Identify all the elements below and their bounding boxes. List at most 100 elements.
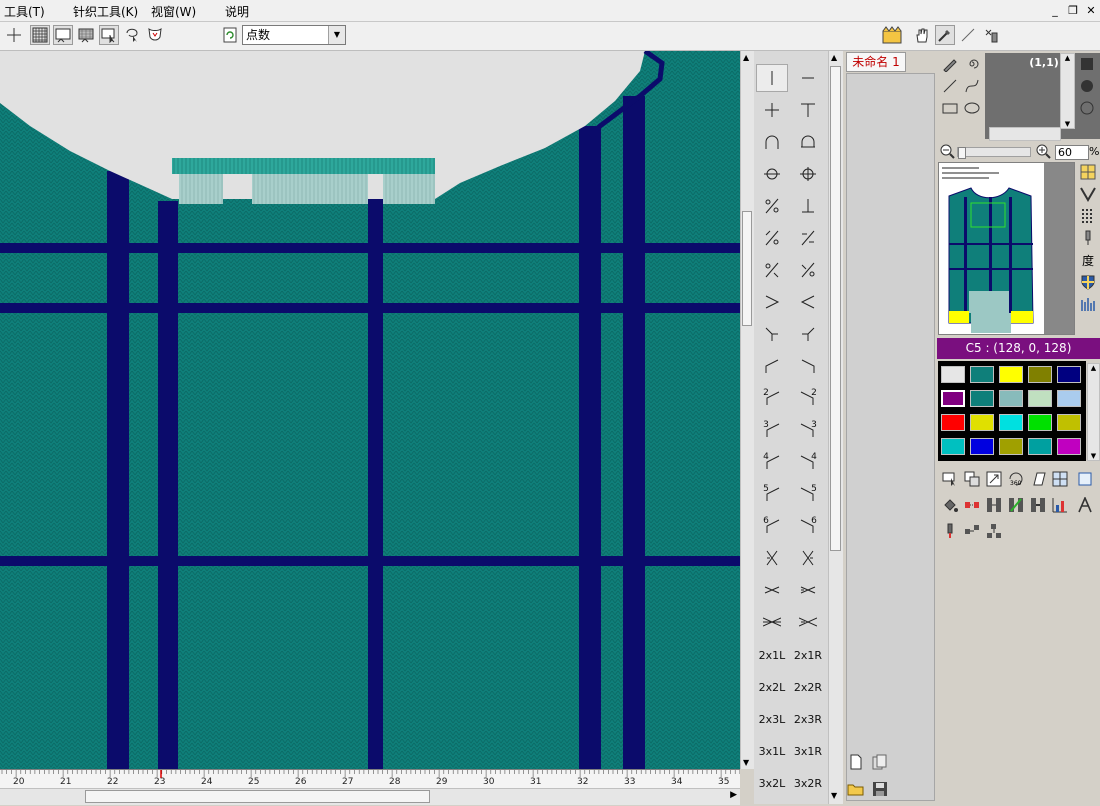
scroll-up-icon[interactable]: ▲ [831,53,837,62]
canvas-horizontal-thumb[interactable] [85,790,430,803]
color-swatch[interactable] [970,414,994,431]
stitch-cross-x-2[interactable] [792,544,824,572]
new-file-icon[interactable] [846,752,866,772]
stitch-transfer-right-6[interactable]: 6 [792,512,824,540]
stitch-transfer-left[interactable] [756,352,788,380]
stitch-cable-low-2[interactable] [792,576,824,604]
stitch-slash-bar[interactable] [792,224,824,252]
shield-icon[interactable] [1078,272,1098,292]
v-neck-icon[interactable] [1078,184,1098,204]
align-vertical-icon[interactable] [984,521,1004,541]
column-delete-icon[interactable] [1028,495,1048,515]
grid-select-icon[interactable] [1050,469,1070,489]
unit-select[interactable]: 点数 ▼ [242,25,346,45]
skew-icon[interactable] [1028,469,1048,489]
color-swatch[interactable] [941,438,965,455]
color-swatch[interactable] [1057,366,1081,383]
stitch-2x2R[interactable]: 2x2R [792,673,824,701]
color-swatch[interactable] [941,390,965,407]
color-swatch[interactable] [970,438,994,455]
color-swatch[interactable] [941,366,965,383]
stitch-arch[interactable] [756,128,788,156]
stitch-3x2L[interactable]: 3x2L [756,769,788,797]
scroll-right-icon[interactable]: ▶ [730,790,737,800]
bar-chart-icon[interactable] [1078,294,1098,314]
stitch-lean-right[interactable] [756,320,788,348]
pencil-icon[interactable] [940,54,960,74]
curve-icon[interactable] [962,76,982,96]
stitch-knit[interactable] [756,64,788,92]
copy-file-icon[interactable] [870,752,890,772]
eyedropper-icon[interactable] [935,25,955,45]
scroll-up-icon[interactable]: ▲ [743,53,749,62]
degree-icon[interactable]: 度 [1078,250,1098,270]
stitch-3x1R[interactable]: 3x1R [792,737,824,765]
stitch-transfer-left-4[interactable]: 4 [756,448,788,476]
column-insert-icon[interactable] [984,495,1004,515]
chevron-down-icon[interactable]: ▼ [328,26,345,44]
document-list[interactable] [846,73,935,801]
stitch-2x3L[interactable]: 2x3L [756,705,788,733]
color-swatch[interactable] [1057,438,1081,455]
refresh-icon[interactable] [220,25,240,45]
close-icon[interactable]: ✕ [1083,3,1099,18]
fill-square-icon[interactable] [1077,54,1097,74]
menu-help[interactable]: 说明 [225,3,249,20]
magnet-icon[interactable] [962,495,982,515]
scroll-up-icon[interactable]: ▲ [1061,54,1074,62]
line-icon[interactable] [958,25,978,45]
stitch-slash-dot-2[interactable] [756,256,788,284]
zoom-in-icon[interactable] [1033,141,1053,161]
stitch-transfer-left-2[interactable]: 2 [756,384,788,412]
stitch-cable-wide[interactable] [756,608,788,636]
stitch-3x1L[interactable]: 3x1L [756,737,788,765]
open-folder-icon[interactable] [846,779,866,799]
scroll-up-icon[interactable]: ▲ [1088,364,1099,372]
stitch-palette-scrollbar[interactable]: ▲ ▼ [828,51,843,804]
stitch-transfer-left-6[interactable]: 6 [756,512,788,540]
histogram-icon[interactable] [1050,495,1070,515]
arrow-select-icon[interactable] [99,25,119,45]
zoom-input[interactable]: 60 [1055,145,1089,160]
color-swatch[interactable] [1057,390,1081,407]
stitch-cross-x[interactable] [756,544,788,572]
hand-icon[interactable] [912,25,932,45]
text-a-icon[interactable] [1075,495,1095,515]
color-swatch[interactable] [1028,390,1052,407]
stitch-palette-thumb[interactable] [830,66,841,551]
stitch-2x1R[interactable]: 2x1R [792,641,824,669]
column-color-icon[interactable] [1006,495,1026,515]
stitch-cross[interactable] [756,96,788,124]
stitch-loop[interactable] [756,160,788,188]
stitch-arch-bar[interactable] [792,128,824,156]
shield-pattern-icon[interactable] [145,25,165,45]
dropper-red-icon[interactable] [940,521,960,541]
color-swatch[interactable] [970,390,994,407]
frame-icon[interactable] [1075,469,1095,489]
stitch-transfer-left-3[interactable]: 3 [756,416,788,444]
ellipse-icon[interactable] [962,98,982,118]
stitch-2x3R[interactable]: 2x3R [792,705,824,733]
garment-preview[interactable] [938,162,1075,335]
stitch-cable-wide-2[interactable] [792,608,824,636]
stitch-3x2R[interactable]: 3x2R [792,769,824,797]
outline-circle-icon[interactable] [1077,98,1097,118]
stitch-less[interactable] [792,288,824,316]
canvas-vertical-scrollbar[interactable]: ▲ ▼ [740,51,754,769]
document-tab[interactable]: 未命名 1 [846,52,906,72]
paint-bucket-icon[interactable] [940,495,960,515]
color-swatch[interactable] [1028,414,1052,431]
color-swatch[interactable] [999,414,1023,431]
scroll-down-icon[interactable]: ▼ [1088,452,1099,460]
stitch-lean-left[interactable] [792,320,824,348]
knit-canvas[interactable] [0,51,740,769]
window-select-icon[interactable] [53,25,73,45]
crosshair-icon[interactable] [4,25,24,45]
stitch-greater[interactable] [756,288,788,316]
save-icon[interactable] [870,779,890,799]
color-swatch[interactable] [941,414,965,431]
gift-box-icon[interactable] [881,25,903,45]
lasso-icon[interactable] [122,25,142,45]
color-swatch[interactable] [1028,366,1052,383]
dropper-icon[interactable] [1078,228,1098,248]
